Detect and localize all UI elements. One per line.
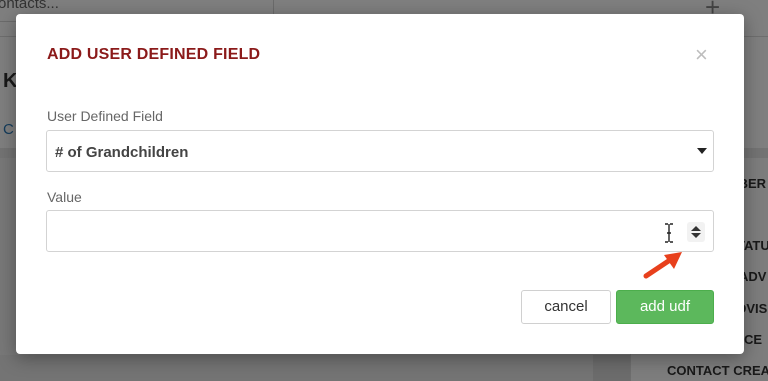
udf-label: User Defined Field bbox=[47, 108, 163, 124]
add-udf-modal: ADD USER DEFINED FIELD × User Defined Fi… bbox=[16, 14, 744, 354]
udf-selected-value: # of Grandchildren bbox=[55, 144, 189, 161]
add-udf-button[interactable]: add udf bbox=[616, 290, 714, 324]
chevron-down-icon bbox=[697, 148, 707, 154]
close-icon[interactable]: × bbox=[695, 44, 708, 66]
modal-title: ADD USER DEFINED FIELD bbox=[47, 46, 261, 63]
caret-down-icon[interactable] bbox=[691, 233, 701, 238]
caret-up-icon[interactable] bbox=[691, 226, 701, 231]
value-stepper[interactable] bbox=[687, 222, 705, 242]
udf-select[interactable]: # of Grandchildren bbox=[46, 130, 714, 172]
value-input[interactable] bbox=[46, 210, 714, 252]
text-cursor-icon bbox=[665, 223, 673, 243]
annotation-arrow-icon bbox=[643, 252, 682, 279]
value-label: Value bbox=[47, 189, 82, 205]
cancel-button[interactable]: cancel bbox=[521, 290, 611, 324]
